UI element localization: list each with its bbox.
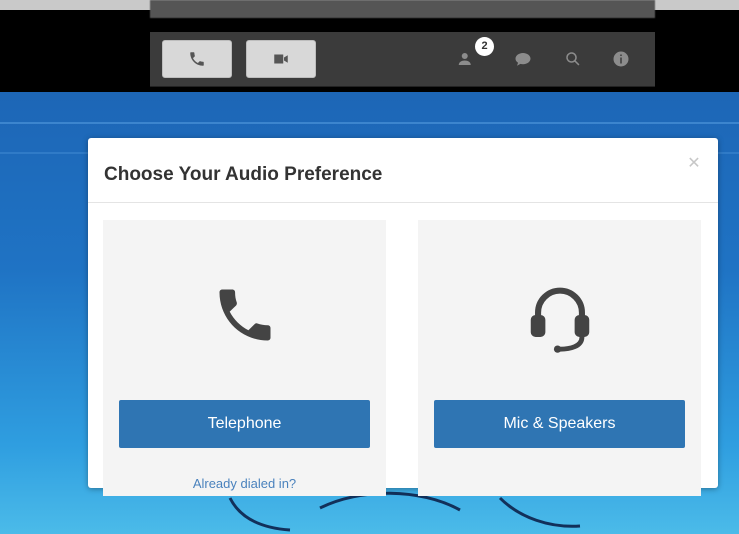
- background-stripe: [0, 122, 739, 124]
- meeting-title-strip: [150, 0, 655, 18]
- telephone-option-panel: Telephone Already dialed in?: [103, 220, 386, 496]
- chat-button[interactable]: [512, 48, 534, 70]
- close-icon[interactable]: ✕: [686, 156, 702, 172]
- telephone-handset-icon: [200, 270, 290, 360]
- search-icon: [566, 52, 580, 66]
- info-button[interactable]: [610, 48, 632, 70]
- meeting-toolbar: [150, 32, 655, 87]
- participants-icon: [458, 53, 471, 65]
- phone-button[interactable]: [162, 40, 232, 78]
- phone-icon: [190, 52, 204, 66]
- dialog-divider: [88, 202, 718, 203]
- telephone-button[interactable]: Telephone: [119, 400, 370, 448]
- headset-icon: [515, 270, 605, 360]
- video-button[interactable]: [246, 40, 316, 78]
- info-icon: [613, 51, 629, 67]
- mic-speakers-button[interactable]: Mic & Speakers: [434, 400, 685, 448]
- audio-preference-dialog: Choose Your Audio Preference ✕ Telephone…: [88, 138, 718, 496]
- dialog-title: Choose Your Audio Preference: [104, 164, 383, 185]
- already-dialed-in-link[interactable]: Already dialed in?: [103, 476, 386, 491]
- participants-button[interactable]: [456, 48, 478, 70]
- mic-speakers-option-panel: Mic & Speakers: [418, 220, 701, 496]
- participants-count-badge: 2: [475, 37, 494, 56]
- video-camera-icon: [274, 54, 288, 64]
- chat-icon: [515, 53, 531, 66]
- search-button[interactable]: [562, 48, 584, 70]
